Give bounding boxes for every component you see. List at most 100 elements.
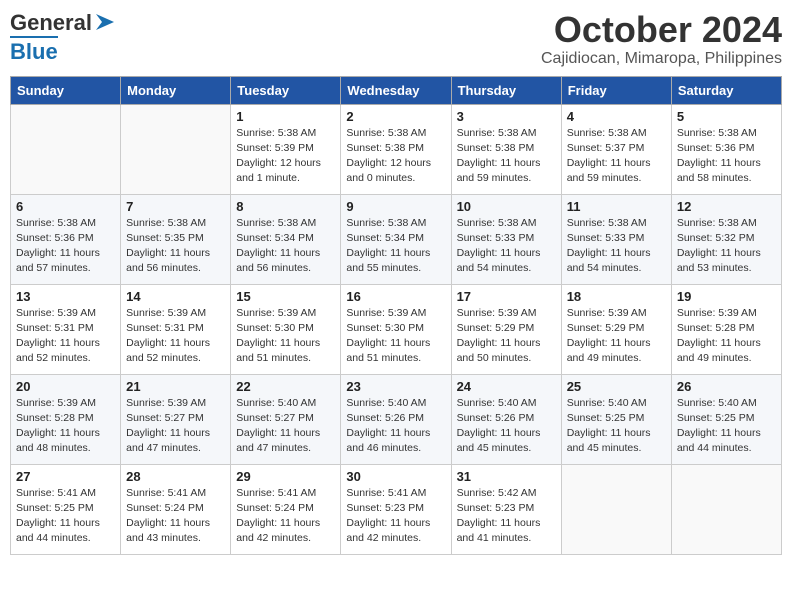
calendar-table: SundayMondayTuesdayWednesdayThursdayFrid… — [10, 76, 782, 555]
logo-general: General — [10, 10, 92, 36]
day-number: 30 — [346, 469, 445, 484]
day-info: Sunrise: 5:40 AM Sunset: 5:25 PM Dayligh… — [567, 396, 666, 457]
day-number: 9 — [346, 199, 445, 214]
day-number: 23 — [346, 379, 445, 394]
day-number: 4 — [567, 109, 666, 124]
day-number: 29 — [236, 469, 335, 484]
calendar-cell: 1 Sunrise: 5:38 AM Sunset: 5:39 PM Daylig… — [231, 104, 341, 194]
calendar-cell: 16 Sunrise: 5:39 AM Sunset: 5:30 PM Dayli… — [341, 284, 451, 374]
day-info: Sunrise: 5:39 AM Sunset: 5:31 PM Dayligh… — [126, 306, 225, 367]
calendar-cell: 15Sunrise: 5:39 AM Sunset: 5:30 PM Dayli… — [231, 284, 341, 374]
calendar-cell: 22Sunrise: 5:40 AM Sunset: 5:27 PM Dayli… — [231, 374, 341, 464]
calendar-cell — [561, 464, 671, 554]
calendar-cell — [671, 464, 781, 554]
calendar-cell: 3 Sunrise: 5:38 AM Sunset: 5:38 PM Daylig… — [451, 104, 561, 194]
calendar-cell: 11Sunrise: 5:38 AM Sunset: 5:33 PM Dayli… — [561, 194, 671, 284]
calendar-cell: 7 Sunrise: 5:38 AM Sunset: 5:35 PM Daylig… — [121, 194, 231, 284]
day-number: 28 — [126, 469, 225, 484]
weekday-header-friday: Friday — [561, 76, 671, 104]
day-number: 24 — [457, 379, 556, 394]
calendar-cell: 26Sunrise: 5:40 AM Sunset: 5:25 PM Dayli… — [671, 374, 781, 464]
calendar-cell: 2 Sunrise: 5:38 AM Sunset: 5:38 PM Daylig… — [341, 104, 451, 194]
day-info: Sunrise: 5:38 AM Sunset: 5:38 PM Dayligh… — [457, 126, 556, 187]
day-number: 12 — [677, 199, 776, 214]
day-number: 20 — [16, 379, 115, 394]
calendar-cell: 10Sunrise: 5:38 AM Sunset: 5:33 PM Dayli… — [451, 194, 561, 284]
day-number: 7 — [126, 199, 225, 214]
day-info: Sunrise: 5:38 AM Sunset: 5:39 PM Dayligh… — [236, 126, 335, 187]
day-number: 17 — [457, 289, 556, 304]
day-number: 1 — [236, 109, 335, 124]
calendar-cell: 4 Sunrise: 5:38 AM Sunset: 5:37 PM Daylig… — [561, 104, 671, 194]
calendar-cell: 29Sunrise: 5:41 AM Sunset: 5:24 PM Dayli… — [231, 464, 341, 554]
title-block: October 2024 Cajidiocan, Mimaropa, Phili… — [541, 10, 782, 68]
day-info: Sunrise: 5:39 AM Sunset: 5:27 PM Dayligh… — [126, 396, 225, 457]
weekday-header-thursday: Thursday — [451, 76, 561, 104]
weekday-header-sunday: Sunday — [11, 76, 121, 104]
calendar-cell: 8 Sunrise: 5:38 AM Sunset: 5:34 PM Daylig… — [231, 194, 341, 284]
month-title: October 2024 — [541, 10, 782, 50]
day-info: Sunrise: 5:38 AM Sunset: 5:36 PM Dayligh… — [16, 216, 115, 277]
calendar-cell: 21 Sunrise: 5:39 AM Sunset: 5:27 PM Dayli… — [121, 374, 231, 464]
day-info: Sunrise: 5:41 AM Sunset: 5:24 PM Dayligh… — [126, 486, 225, 547]
weekday-header-saturday: Saturday — [671, 76, 781, 104]
calendar-cell — [11, 104, 121, 194]
day-number: 8 — [236, 199, 335, 214]
logo: General Blue — [10, 10, 116, 65]
day-number: 6 — [16, 199, 115, 214]
calendar-week-row: 6 Sunrise: 5:38 AM Sunset: 5:36 PM Daylig… — [11, 194, 782, 284]
calendar-cell: 25 Sunrise: 5:40 AM Sunset: 5:25 PM Dayli… — [561, 374, 671, 464]
day-number: 21 — [126, 379, 225, 394]
day-number: 16 — [346, 289, 445, 304]
day-info: Sunrise: 5:39 AM Sunset: 5:28 PM Dayligh… — [677, 306, 776, 367]
calendar-cell: 18 Sunrise: 5:39 AM Sunset: 5:29 PM Dayli… — [561, 284, 671, 374]
day-number: 13 — [16, 289, 115, 304]
calendar-cell: 13Sunrise: 5:39 AM Sunset: 5:31 PM Dayli… — [11, 284, 121, 374]
calendar-cell: 19 Sunrise: 5:39 AM Sunset: 5:28 PM Dayli… — [671, 284, 781, 374]
day-number: 18 — [567, 289, 666, 304]
day-info: Sunrise: 5:38 AM Sunset: 5:37 PM Dayligh… — [567, 126, 666, 187]
day-number: 2 — [346, 109, 445, 124]
day-info: Sunrise: 5:38 AM Sunset: 5:33 PM Dayligh… — [457, 216, 556, 277]
day-info: Sunrise: 5:38 AM Sunset: 5:33 PM Dayligh… — [567, 216, 666, 277]
location-subtitle: Cajidiocan, Mimaropa, Philippines — [541, 50, 782, 68]
day-number: 31 — [457, 469, 556, 484]
day-info: Sunrise: 5:38 AM Sunset: 5:36 PM Dayligh… — [677, 126, 776, 187]
day-number: 3 — [457, 109, 556, 124]
calendar-week-row: 27 Sunrise: 5:41 AM Sunset: 5:25 PM Dayli… — [11, 464, 782, 554]
day-info: Sunrise: 5:41 AM Sunset: 5:25 PM Dayligh… — [16, 486, 115, 547]
day-info: Sunrise: 5:38 AM Sunset: 5:38 PM Dayligh… — [346, 126, 445, 187]
day-info: Sunrise: 5:38 AM Sunset: 5:34 PM Dayligh… — [236, 216, 335, 277]
day-info: Sunrise: 5:39 AM Sunset: 5:29 PM Dayligh… — [457, 306, 556, 367]
calendar-cell: 9Sunrise: 5:38 AM Sunset: 5:34 PM Daylig… — [341, 194, 451, 284]
day-number: 25 — [567, 379, 666, 394]
day-number: 27 — [16, 469, 115, 484]
day-info: Sunrise: 5:39 AM Sunset: 5:30 PM Dayligh… — [346, 306, 445, 367]
day-info: Sunrise: 5:38 AM Sunset: 5:35 PM Dayligh… — [126, 216, 225, 277]
calendar-cell: 28 Sunrise: 5:41 AM Sunset: 5:24 PM Dayli… — [121, 464, 231, 554]
day-info: Sunrise: 5:42 AM Sunset: 5:23 PM Dayligh… — [457, 486, 556, 547]
calendar-cell: 20 Sunrise: 5:39 AM Sunset: 5:28 PM Dayli… — [11, 374, 121, 464]
day-info: Sunrise: 5:40 AM Sunset: 5:27 PM Dayligh… — [236, 396, 335, 457]
day-number: 19 — [677, 289, 776, 304]
calendar-week-row: 1 Sunrise: 5:38 AM Sunset: 5:39 PM Daylig… — [11, 104, 782, 194]
day-info: Sunrise: 5:39 AM Sunset: 5:28 PM Dayligh… — [16, 396, 115, 457]
calendar-cell: 23 Sunrise: 5:40 AM Sunset: 5:26 PM Dayli… — [341, 374, 451, 464]
weekday-header-monday: Monday — [121, 76, 231, 104]
weekday-header-row: SundayMondayTuesdayWednesdayThursdayFrid… — [11, 76, 782, 104]
calendar-week-row: 13 Sunrise: 5:39 AM Sunset: 5:31 PM Dayli… — [11, 284, 782, 374]
day-info: Sunrise: 5:41 AM Sunset: 5:23 PM Dayligh… — [346, 486, 445, 547]
calendar-cell: 17 Sunrise: 5:39 AM Sunset: 5:29 PM Dayli… — [451, 284, 561, 374]
day-number: 14 — [126, 289, 225, 304]
calendar-cell: 27 Sunrise: 5:41 AM Sunset: 5:25 PM Dayli… — [11, 464, 121, 554]
day-info: Sunrise: 5:38 AM Sunset: 5:32 PM Dayligh… — [677, 216, 776, 277]
calendar-cell: 24Sunrise: 5:40 AM Sunset: 5:26 PM Dayli… — [451, 374, 561, 464]
calendar-cell: 14 Sunrise: 5:39 AM Sunset: 5:31 PM Dayli… — [121, 284, 231, 374]
day-info: Sunrise: 5:40 AM Sunset: 5:25 PM Dayligh… — [677, 396, 776, 457]
calendar-cell — [121, 104, 231, 194]
day-info: Sunrise: 5:40 AM Sunset: 5:26 PM Dayligh… — [346, 396, 445, 457]
page-header: General Blue October 2024 Cajidiocan, Mi… — [10, 10, 782, 68]
calendar-cell: 5Sunrise: 5:38 AM Sunset: 5:36 PM Daylig… — [671, 104, 781, 194]
calendar-cell: 6 Sunrise: 5:38 AM Sunset: 5:36 PM Daylig… — [11, 194, 121, 284]
day-info: Sunrise: 5:39 AM Sunset: 5:29 PM Dayligh… — [567, 306, 666, 367]
